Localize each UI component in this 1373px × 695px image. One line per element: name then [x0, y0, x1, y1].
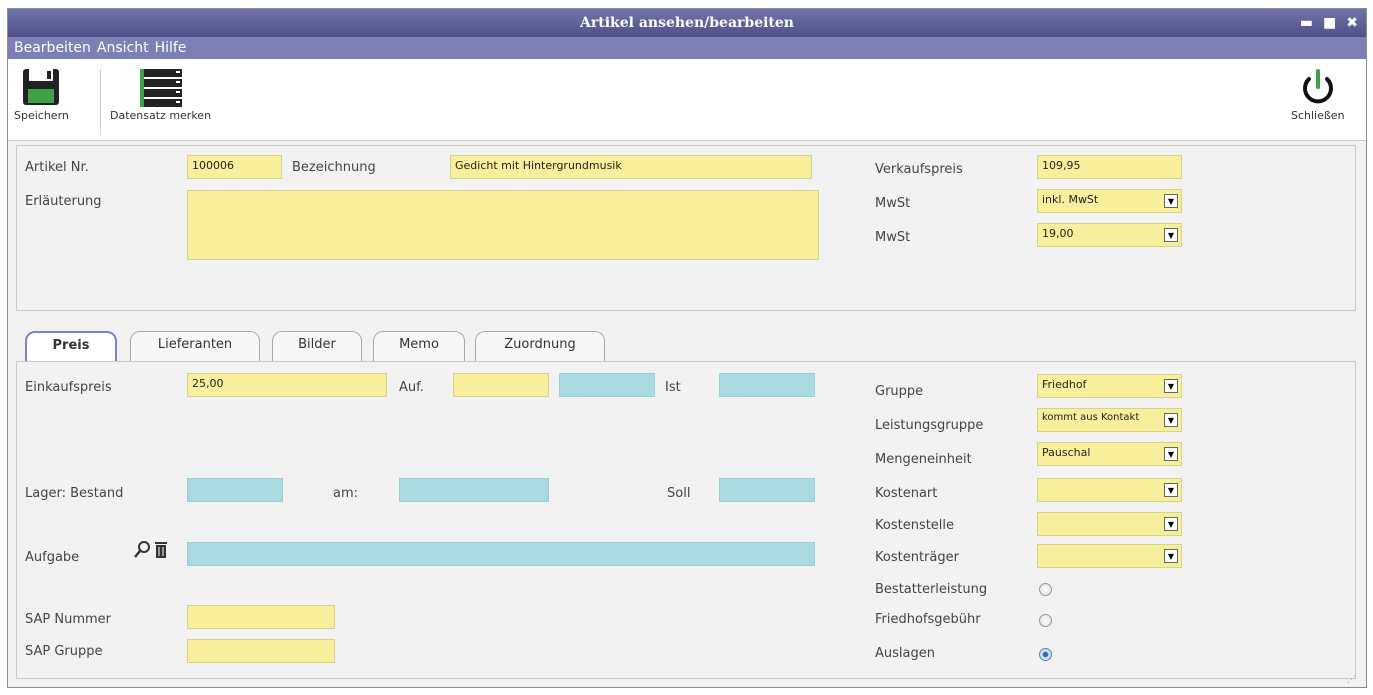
save-label: Speichern — [14, 109, 69, 122]
close-window-button[interactable]: Schließen — [1291, 65, 1345, 122]
gruppe-select[interactable]: Friedhof ▼ — [1037, 374, 1182, 398]
search-icon[interactable] — [133, 540, 151, 560]
sap-nummer-label: SAP Nummer — [25, 612, 111, 627]
mengeneinheit-label: Mengeneinheit — [875, 452, 972, 467]
kostenart-label: Kostenart — [875, 486, 938, 501]
preis-tab-panel: Einkaufspreis 25,00 Auf. Ist Lager: Best… — [16, 361, 1356, 679]
tab-lieferanten[interactable]: Lieferanten — [130, 331, 260, 361]
tab-bilder[interactable]: Bilder — [272, 331, 362, 361]
bezeichnung-label: Bezeichnung — [292, 160, 376, 175]
auf-field[interactable] — [453, 373, 549, 397]
artikel-nr-label: Artikel Nr. — [25, 160, 89, 175]
mwst-rate-select[interactable]: 19,00 ▼ — [1037, 223, 1182, 247]
auslagen-label: Auslagen — [875, 646, 935, 661]
mwst-type-label: MwSt — [875, 196, 911, 211]
save-button[interactable]: Speichern — [14, 65, 69, 122]
article-edit-window: Artikel ansehen/bearbeiten ▬ ■ ✖ Bearbei… — [7, 8, 1367, 688]
verkaufspreis-field[interactable]: 109,95 — [1037, 155, 1182, 179]
chevron-down-icon[interactable]: ▼ — [1164, 228, 1178, 242]
leistungsgruppe-value: kommt aus Kontakt — [1042, 412, 1140, 423]
menu-bearbeiten[interactable]: Bearbeiten — [14, 40, 91, 56]
chevron-down-icon[interactable]: ▼ — [1164, 379, 1178, 393]
chevron-down-icon[interactable]: ▼ — [1164, 549, 1178, 563]
toolbar: Speichern Datensatz merken Schließen — [8, 59, 1366, 141]
maximize-icon[interactable]: ■ — [1323, 9, 1336, 37]
lager-bestand-label: Lager: Bestand — [25, 486, 124, 501]
window-titlebar[interactable]: Artikel ansehen/bearbeiten ▬ ■ ✖ — [8, 9, 1366, 37]
erlaeuterung-textarea[interactable] — [187, 190, 819, 260]
mwst-rate-label: MwSt — [875, 230, 911, 245]
kostenstelle-label: Kostenstelle — [875, 518, 955, 533]
tab-memo[interactable]: Memo — [373, 331, 465, 361]
friedhofsgebuehr-label: Friedhofsgebühr — [875, 612, 981, 627]
bestatterleistung-label: Bestatterleistung — [875, 582, 988, 597]
database-stack-icon — [139, 69, 182, 107]
bestatterleistung-radio[interactable] — [1039, 583, 1052, 596]
tab-preis[interactable]: Preis — [25, 331, 117, 363]
chevron-down-icon[interactable]: ▼ — [1164, 194, 1178, 208]
sap-gruppe-field[interactable] — [187, 639, 335, 663]
bookmark-record-button[interactable]: Datensatz merken — [110, 65, 211, 122]
sap-gruppe-label: SAP Gruppe — [25, 644, 103, 659]
floppy-disk-icon — [23, 69, 60, 105]
aufgabe-label: Aufgabe — [25, 550, 80, 565]
auf-calc-field — [559, 373, 655, 397]
kostenart-select[interactable]: ▼ — [1037, 478, 1182, 502]
menu-hilfe[interactable]: Hilfe — [155, 40, 187, 56]
ist-field — [719, 373, 815, 397]
gruppe-label: Gruppe — [875, 384, 924, 399]
bezeichnung-field[interactable]: Gedicht mit Hintergrundmusik — [450, 155, 812, 179]
sap-nummer-field[interactable] — [187, 605, 335, 629]
aufgabe-field — [187, 542, 815, 566]
kostentraeger-label: Kostenträger — [875, 550, 959, 565]
mengeneinheit-select[interactable]: Pauschal ▼ — [1037, 442, 1182, 466]
leistungsgruppe-label: Leistungsgruppe — [875, 418, 984, 433]
am-label: am: — [333, 486, 359, 501]
am-field — [399, 478, 549, 502]
lager-bestand-field — [187, 478, 283, 502]
mwst-rate-value: 19,00 — [1042, 227, 1074, 240]
kostenstelle-select[interactable]: ▼ — [1037, 512, 1182, 536]
window-controls: ▬ ■ ✖ — [1300, 9, 1358, 37]
auf-label: Auf. — [399, 380, 424, 395]
kostentraeger-select[interactable]: ▼ — [1037, 544, 1182, 568]
mwst-type-select[interactable]: inkl. MwSt ▼ — [1037, 189, 1182, 213]
chevron-down-icon[interactable]: ▼ — [1164, 517, 1178, 531]
bookmark-record-label: Datensatz merken — [110, 109, 212, 122]
chevron-down-icon[interactable]: ▼ — [1164, 447, 1178, 461]
power-icon — [1302, 69, 1333, 104]
artikel-nr-field[interactable]: 100006 — [187, 155, 282, 179]
mwst-type-value: inkl. MwSt — [1042, 193, 1099, 206]
menubar: Bearbeiten Ansicht Hilfe — [8, 37, 1366, 59]
leistungsgruppe-select[interactable]: kommt aus Kontakt ▼ — [1037, 408, 1182, 432]
window-title: Artikel ansehen/bearbeiten — [580, 15, 794, 31]
auslagen-radio[interactable] — [1039, 648, 1052, 661]
close-label: Schließen — [1291, 109, 1345, 122]
resize-grip-icon[interactable]: ⋰ — [1347, 675, 1356, 685]
chevron-down-icon[interactable]: ▼ — [1164, 483, 1178, 497]
friedhofsgebuehr-radio[interactable] — [1039, 614, 1052, 627]
close-icon[interactable]: ✖ — [1346, 9, 1358, 37]
gruppe-value: Friedhof — [1042, 378, 1087, 391]
soll-label: Soll — [667, 486, 691, 501]
mengeneinheit-value: Pauschal — [1042, 446, 1091, 459]
menu-ansicht[interactable]: Ansicht — [97, 40, 149, 56]
soll-field — [719, 478, 815, 502]
einkaufspreis-label: Einkaufspreis — [25, 380, 112, 395]
article-header-panel: Artikel Nr. 100006 Bezeichnung Gedicht m… — [16, 145, 1356, 311]
chevron-down-icon[interactable]: ▼ — [1164, 413, 1178, 427]
erlaeuterung-label: Erläuterung — [25, 194, 102, 209]
toolbar-separator — [100, 69, 101, 135]
trash-icon[interactable] — [153, 540, 169, 560]
tab-zuordnung[interactable]: Zuordnung — [475, 331, 605, 361]
verkaufspreis-label: Verkaufspreis — [875, 162, 963, 177]
minimize-icon[interactable]: ▬ — [1300, 9, 1313, 37]
ist-label: Ist — [665, 380, 681, 395]
einkaufspreis-field[interactable]: 25,00 — [187, 373, 387, 397]
